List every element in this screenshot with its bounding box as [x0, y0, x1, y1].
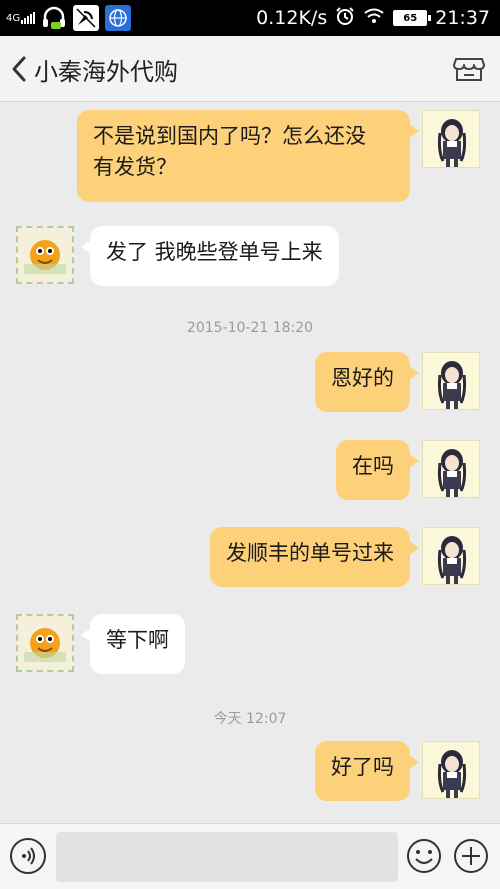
emoji-icon[interactable]: [406, 838, 442, 874]
message-text: 发顺丰的单号过来: [226, 541, 394, 565]
shop-icon[interactable]: [452, 51, 486, 85]
timestamp: 今天 12:07: [213, 711, 287, 727]
message-bubble-sent[interactable]: 好了吗: [315, 741, 419, 801]
headset-app-icon: [41, 5, 67, 31]
battery-level: 65: [403, 12, 418, 24]
message-bubble-sent[interactable]: 恩好的: [315, 352, 419, 412]
message-bubble-sent[interactable]: 不是说到国内了吗？怎么还没 有发货？: [77, 110, 419, 202]
status-bar: 4G 0.12K/s 65 21:37: [0, 0, 500, 36]
input-bar: [0, 823, 500, 889]
my-avatar[interactable]: [422, 527, 480, 585]
alarm-icon: [335, 6, 355, 31]
my-avatar[interactable]: [422, 352, 480, 410]
cellular-signal-icon: 4G: [6, 12, 36, 24]
add-attachment-icon[interactable]: [453, 838, 489, 874]
my-avatar[interactable]: [422, 110, 480, 168]
message-bubble-sent[interactable]: 在吗: [336, 440, 419, 500]
message-bubble-received[interactable]: 等下啊: [81, 614, 185, 674]
message-text: 好了吗: [331, 755, 394, 779]
contact-avatar[interactable]: [16, 226, 74, 284]
clock: 21:37: [435, 7, 490, 29]
my-avatar[interactable]: [422, 741, 480, 799]
chat-title: 小秦海外代购: [34, 58, 178, 86]
message-text: 发了 我晚些登单号上来: [106, 240, 323, 264]
contact-avatar[interactable]: [16, 614, 74, 672]
satellite-app-icon: [73, 5, 100, 31]
message-text: 在吗: [352, 454, 394, 478]
back-arrow-icon[interactable]: [8, 53, 32, 85]
network-speed: 0.12K/s: [256, 7, 328, 29]
timestamp: 2015-10-21 18:20: [186, 320, 314, 336]
web-app-icon: [105, 5, 132, 31]
message-bubble-sent[interactable]: 发顺丰的单号过来: [210, 527, 419, 587]
wifi-icon: [363, 7, 385, 30]
message-text: 有发货？: [93, 155, 177, 179]
message-text: 不是说到国内了吗？怎么还没: [93, 124, 366, 148]
message-text: 等下啊: [106, 628, 169, 652]
voice-input-icon[interactable]: [10, 838, 46, 874]
message-input[interactable]: [56, 832, 398, 882]
chat-header: 小秦海外代购: [0, 36, 500, 102]
message-text: 恩好的: [331, 366, 394, 390]
my-avatar[interactable]: [422, 440, 480, 498]
battery-icon: 65: [393, 10, 432, 26]
network-type: 4G: [6, 13, 21, 24]
message-bubble-received[interactable]: 发了 我晚些登单号上来: [81, 226, 339, 286]
